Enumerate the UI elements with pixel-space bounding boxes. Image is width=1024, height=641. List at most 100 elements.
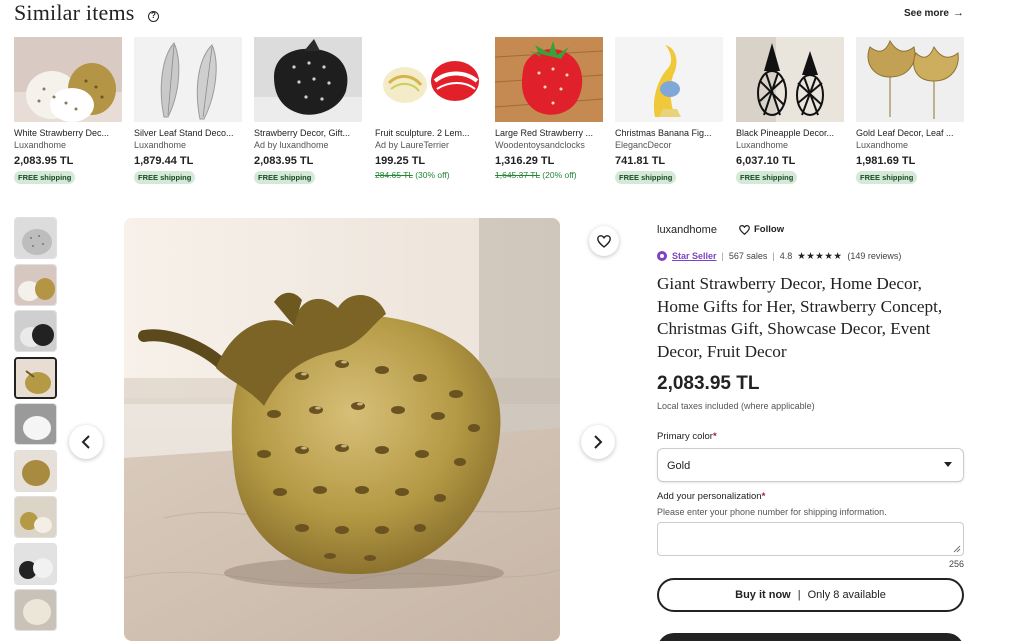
see-more-label: See more [903, 8, 949, 19]
free-shipping-badge: FREE shipping [14, 171, 76, 184]
buy-it-now-label: Buy it now [735, 589, 791, 601]
tax-note: Local taxes included (where applicable) [657, 401, 815, 411]
personalization-label-text: Add your personalization [657, 491, 762, 502]
arrow-right-icon: → [953, 7, 964, 19]
shop-row: luxandhome Follow [657, 222, 964, 238]
similar-item-card[interactable]: Christmas Banana Fig... ElegancDecor 741… [615, 37, 723, 185]
listing-info-panel: luxandhome Follow Star Seller | 567 sale… [657, 222, 964, 612]
original-price: 1,645.37 TL [495, 170, 540, 180]
required-marker: * [712, 431, 717, 442]
item-price: 2,083.95 TL [254, 155, 314, 167]
follow-button[interactable]: Follow [739, 224, 784, 235]
availability-text: Only 8 available [807, 589, 886, 601]
free-shipping-badge: FREE shipping [856, 171, 918, 184]
black-strawberry-image[interactable] [254, 37, 362, 122]
primary-color-label-text: Primary color [657, 431, 713, 442]
help-icon[interactable]: ? [148, 11, 159, 22]
gold-leaves-image[interactable] [856, 37, 964, 122]
item-shop: Luxandhome [14, 140, 67, 150]
heart-icon [597, 234, 611, 248]
divider: | [797, 589, 801, 601]
thumbnail-black-strawberry[interactable] [14, 310, 57, 352]
sales-count: 567 sales [728, 251, 768, 261]
item-shop: Ad by LaureTerrier [375, 140, 450, 150]
resize-grip-icon[interactable] [953, 545, 961, 553]
next-image-button[interactable] [581, 425, 615, 459]
item-title[interactable]: Strawberry Decor, Gift... [254, 128, 362, 138]
thumbnail-gold-strawberry-2[interactable] [14, 449, 57, 492]
white-strawberries-image[interactable] [14, 37, 122, 122]
item-title[interactable]: Black Pineapple Decor... [736, 128, 844, 138]
similar-item-card[interactable]: Black Pineapple Decor... Luxandhome 6,03… [736, 37, 844, 185]
review-count-link[interactable]: (149 reviews) [847, 251, 901, 261]
seller-stats-row: Star Seller | 567 sales | 4.8 ★★★★★ (149… [657, 249, 964, 263]
black-pineapple-image[interactable] [736, 37, 844, 122]
divider: | [772, 251, 775, 261]
follow-label: Follow [754, 224, 785, 235]
thumbnail-white-strawberry-2[interactable] [14, 589, 57, 631]
add-to-cart-button[interactable] [657, 633, 964, 641]
item-title[interactable]: Gold Leaf Decor, Leaf ... [856, 128, 964, 138]
thumbnail-gold-strawberries-group[interactable] [14, 496, 57, 538]
thumbnail-white-strawberry[interactable] [14, 403, 57, 445]
similar-items-title: Similar items [14, 0, 135, 25]
item-price: 741.81 TL [615, 155, 666, 167]
original-price-row: 1,645.37 TL (20% off) [495, 170, 603, 180]
thumbnail-mixed-strawberries[interactable] [14, 542, 57, 585]
character-counter: 256 [948, 559, 964, 569]
primary-color-label: Primary color* [657, 431, 964, 442]
caret-down-icon [944, 462, 952, 467]
silver-leaves-image[interactable] [134, 37, 242, 122]
main-product-image[interactable] [124, 218, 560, 641]
shop-name-link[interactable]: luxandhome [657, 224, 717, 236]
discount: (20% off) [542, 170, 577, 180]
previous-image-button[interactable] [69, 425, 103, 459]
item-title[interactable]: Fruit sculpture. 2 Lem... [375, 128, 483, 138]
star-seller-link[interactable]: Star Seller [672, 251, 717, 261]
thumbnail-gold-strawberry[interactable] [14, 356, 57, 399]
fruit-sculpture-image[interactable] [375, 37, 483, 122]
item-title[interactable]: Silver Leaf Stand Deco... [134, 128, 242, 138]
item-title[interactable]: Christmas Banana Fig... [615, 128, 723, 138]
thumbnail-white-gold-strawberries[interactable] [14, 263, 57, 306]
product-price: 2,083.95 TL [657, 373, 760, 394]
item-price: 1,879.44 TL [134, 155, 194, 167]
rating-stars[interactable]: ★★★★★ [797, 251, 842, 262]
item-price: 1,316.29 TL [495, 155, 555, 167]
discount: (30% off) [415, 170, 450, 180]
item-price: 1,981.69 TL [856, 155, 916, 167]
thumbnail-silver-strawberry[interactable] [14, 217, 57, 259]
banana-figure-image[interactable] [615, 37, 723, 122]
product-title: Giant Strawberry Decor, Home Decor, Home… [657, 274, 943, 361]
similar-item-card[interactable]: Large Red Strawberry ... Woodentoysandcl… [495, 37, 603, 180]
free-shipping-badge: FREE shipping [615, 171, 677, 184]
see-more-link[interactable]: See more → [904, 7, 964, 19]
favorite-button[interactable] [589, 226, 619, 256]
item-price: 199.25 TL [375, 155, 426, 167]
required-marker: * [761, 491, 766, 502]
similar-item-card[interactable]: Silver Leaf Stand Deco... Luxandhome 1,8… [134, 37, 242, 185]
item-shop: Luxandhome [856, 140, 909, 150]
rating-value: 4.8 [779, 251, 793, 261]
item-shop: Luxandhome [134, 140, 187, 150]
buy-it-now-button[interactable]: Buy it now | Only 8 available [657, 578, 964, 612]
primary-color-select[interactable]: Gold [657, 448, 964, 482]
similar-item-card[interactable]: Fruit sculpture. 2 Lem... Ad by LaureTer… [375, 37, 483, 180]
personalization-textarea[interactable] [657, 522, 964, 556]
similar-item-card[interactable]: White Strawberry Dec... Luxandhome 2,083… [14, 37, 122, 185]
primary-color-value: Gold [667, 460, 691, 472]
item-title[interactable]: White Strawberry Dec... [14, 128, 122, 138]
chevron-left-icon [81, 435, 90, 449]
free-shipping-badge: FREE shipping [134, 171, 196, 184]
original-price-row: 284.65 TL (30% off) [375, 170, 483, 180]
item-shop: Woodentoysandclocks [495, 140, 585, 150]
similar-item-card[interactable]: Strawberry Decor, Gift... Ad by luxandho… [254, 37, 362, 185]
item-title[interactable]: Large Red Strawberry ... [495, 128, 603, 138]
item-price: 2,083.95 TL [14, 155, 74, 167]
item-shop: ElegancDecor [615, 140, 672, 150]
thumbnail-strip [14, 217, 57, 636]
chevron-right-icon [594, 435, 603, 449]
item-shop: Ad by luxandhome [254, 140, 329, 150]
red-strawberry-image[interactable] [495, 37, 603, 122]
similar-item-card[interactable]: Gold Leaf Decor, Leaf ... Luxandhome 1,9… [856, 37, 964, 185]
